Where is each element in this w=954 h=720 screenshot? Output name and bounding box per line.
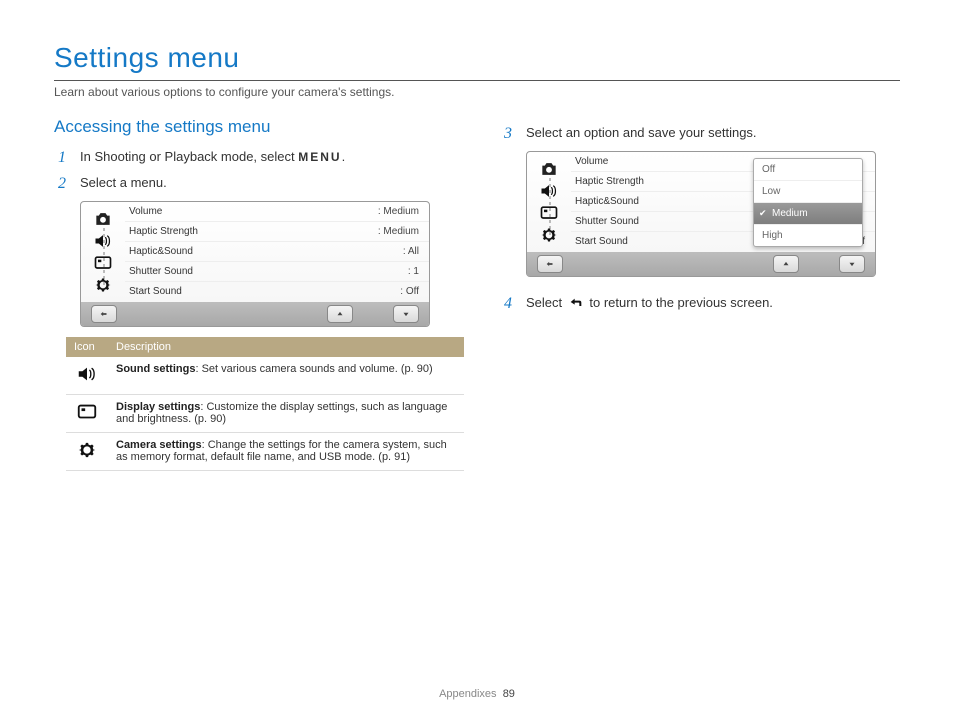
- dropdown-option[interactable]: Medium: [754, 203, 862, 225]
- step-1: 1 In Shooting or Playback mode, select M…: [58, 149, 464, 167]
- setting-row[interactable]: Haptic Strength: Medium: [125, 222, 429, 242]
- sound-icon: [66, 357, 108, 395]
- setting-row[interactable]: Shutter Sound: 1: [125, 262, 429, 282]
- dropdown-popup: OffLowMediumHigh: [753, 158, 863, 247]
- down-button[interactable]: [393, 305, 419, 323]
- step-4: 4 Select to return to the previous scree…: [504, 295, 900, 313]
- dropdown-option[interactable]: Off: [754, 159, 862, 181]
- step-2: 2 Select a menu.: [58, 175, 464, 193]
- back-button[interactable]: [537, 255, 563, 273]
- camera-icon: [538, 158, 560, 180]
- step-3: 3Select an option and save your settings…: [504, 125, 900, 143]
- sound-icon: [538, 180, 560, 202]
- dropdown-option[interactable]: High: [754, 225, 862, 246]
- setting-row[interactable]: Start Sound: Off: [125, 282, 429, 301]
- display-icon: [538, 202, 560, 224]
- settings-panel: Volume: MediumHaptic Strength: MediumHap…: [80, 201, 430, 327]
- back-button[interactable]: [91, 305, 117, 323]
- section-heading: Accessing the settings menu: [54, 117, 464, 137]
- setting-row[interactable]: Volume: Medium: [125, 202, 429, 222]
- setting-row[interactable]: Haptic&Sound: All: [125, 242, 429, 262]
- gear-icon: [538, 224, 560, 246]
- up-button[interactable]: [327, 305, 353, 323]
- menu-label: MENU: [298, 150, 341, 164]
- display-icon: [66, 395, 108, 433]
- page-subtitle: Learn about various options to configure…: [54, 85, 900, 99]
- page-title: Settings menu: [54, 42, 900, 74]
- settings-panel-popup: VolumeHaptic StrengthHaptic&SoundShutter…: [526, 151, 876, 277]
- gear-icon: [92, 274, 114, 296]
- display-icon: [92, 252, 114, 274]
- down-button[interactable]: [839, 255, 865, 273]
- camera-icon: [92, 208, 114, 230]
- up-button[interactable]: [773, 255, 799, 273]
- dropdown-option[interactable]: Low: [754, 181, 862, 203]
- icon-description-table: IconDescription Sound settings: Set vari…: [66, 337, 464, 471]
- divider: [54, 80, 900, 81]
- return-icon: [568, 295, 584, 312]
- sound-icon: [92, 230, 114, 252]
- gear-icon: [66, 433, 108, 471]
- page-footer: Appendixes 89: [0, 688, 954, 700]
